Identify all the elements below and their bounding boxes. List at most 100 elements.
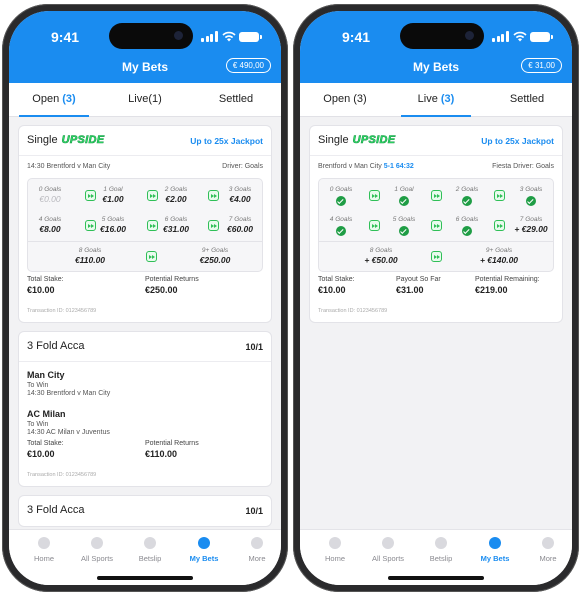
status-icons — [492, 31, 553, 43]
tab-open[interactable]: Open (3) — [9, 83, 99, 117]
jackpot-link[interactable]: Up to 25x Jackpot — [481, 136, 554, 146]
bet-returns: Total Stake: €10.00 Potential Returns €110… — [27, 440, 263, 470]
signal-icon — [492, 31, 510, 42]
nav-betslip[interactable]: Betslip — [123, 537, 177, 563]
nav-my-bets[interactable]: My Bets — [177, 537, 231, 563]
balance-badge[interactable]: € 490,00 — [225, 58, 271, 73]
potential-returns: Potential Returns €110.00 — [145, 440, 199, 459]
transaction-id: Transaction ID: 0123456789 — [27, 308, 97, 314]
home-indicator[interactable] — [97, 576, 193, 580]
mybets-icon — [489, 537, 501, 549]
check-icon — [526, 196, 536, 206]
battery-icon — [530, 32, 553, 42]
wifi-icon — [513, 31, 527, 42]
forward-arrow-icon — [431, 251, 442, 262]
bet-card-header: 3 Fold Acca 10/1 — [19, 332, 271, 362]
selection: AC Milan To Win 14:30 AC Milan v Juventu… — [27, 409, 110, 436]
bet-type: Single — [27, 134, 58, 146]
nav-more[interactable]: More — [230, 537, 281, 563]
bet-card-single-live[interactable]: Single UPSIDE Up to 25x Jackpot Brentford… — [309, 125, 563, 323]
status-bar: 9:41 — [300, 23, 572, 49]
bets-list: Single UPSIDE Up to 25x Jackpot Brentford… — [300, 117, 572, 529]
ladder-row: 0 Goals €0.00 1 Goal €1.00 2 Goals €2.00 3 … — [28, 181, 262, 211]
app-header: 9:41 My Bets € 31,00 — [300, 11, 572, 83]
nav-betslip[interactable]: Betslip — [414, 537, 468, 563]
tab-live[interactable]: Live (3) — [391, 83, 481, 117]
bet-type: 3 Fold Acca — [27, 504, 85, 516]
match-clock: 64:32 — [395, 163, 414, 170]
ladder-row: 4 Goals 5 Goals 6 Goals 7 Goals + €29.00 — [319, 211, 553, 241]
ladder-cell: 6 Goals €31.00 — [163, 216, 189, 234]
forward-arrow-icon — [431, 220, 442, 231]
nav-home[interactable]: Home — [308, 537, 362, 563]
goals-ladder: 0 Goals 1 Goal 2 Goals 3 Goals 4 Goals 5… — [318, 178, 554, 272]
ladder-row: 4 Goals €8.00 5 Goals €16.00 6 Goals €31.00… — [28, 211, 262, 241]
driver-text: Driver: Goals — [222, 163, 263, 170]
status-time: 9:41 — [51, 29, 80, 45]
tab-settled[interactable]: Settled — [482, 83, 572, 117]
tab-settled[interactable]: Settled — [191, 83, 281, 117]
live-score: 5-1 — [383, 163, 394, 170]
bet-card-single[interactable]: Single UPSIDE Up to 25x Jackpot 14:30 Bre… — [18, 125, 272, 323]
nav-all-sports[interactable]: All Sports — [70, 537, 124, 563]
ladder-cell: 0 Goals €0.00 — [38, 186, 62, 204]
ladder-row: 0 Goals 1 Goal 2 Goals 3 Goals — [319, 181, 553, 211]
transaction-id: Transaction ID: 0123456789 — [318, 308, 388, 314]
goals-ladder: 0 Goals €0.00 1 Goal €1.00 2 Goals €2.00 3 … — [27, 178, 263, 272]
ladder-cell: 2 Goals €2.00 — [164, 186, 188, 204]
bet-tabs: Open (3) Live (3) Settled — [300, 83, 572, 117]
home-indicator[interactable] — [388, 576, 484, 580]
ladder-cell: 9+ Goals + €140.00 — [479, 247, 519, 265]
nav-my-bets[interactable]: My Bets — [468, 537, 522, 563]
screen: 9:41 My Bets € 490,00 Open (3) Live(1) S… — [9, 11, 281, 585]
app-header: 9:41 My Bets € 490,00 — [9, 11, 281, 83]
check-icon — [336, 196, 346, 206]
ladder-cell: 1 Goal — [382, 181, 426, 211]
bet-card-header: Single UPSIDE Up to 25x Jackpot — [310, 126, 562, 156]
ladder-cell: 0 Goals — [319, 181, 363, 211]
status-icons — [201, 31, 262, 43]
transaction-id: Transaction ID: 0123456789 — [27, 472, 97, 478]
home-icon — [329, 537, 341, 549]
ladder-cell: 4 Goals €8.00 — [38, 216, 62, 234]
check-icon — [399, 196, 409, 206]
ladder-cell: 6 Goals — [445, 211, 489, 241]
bottom-nav: Home All Sports Betslip My Bets More — [9, 529, 281, 585]
balance-badge[interactable]: € 31,00 — [521, 58, 562, 73]
ladder-cell: 4 Goals — [319, 211, 363, 241]
tab-open[interactable]: Open (3) — [300, 83, 390, 117]
driver-text: Fiesta Driver: Goals — [492, 163, 554, 170]
bet-returns: Total Stake: €10.00 Potential Returns €250… — [27, 276, 263, 306]
fixture-text: 14:30 Brentford v Man City — [27, 163, 111, 170]
ladder-cell: 3 Goals — [509, 181, 553, 211]
wifi-icon — [222, 31, 236, 42]
ladder-cell: 8 Goals €110.00 — [74, 247, 106, 265]
forward-arrow-icon — [494, 190, 505, 201]
upside-logo: UPSIDE — [352, 134, 396, 147]
forward-arrow-icon — [369, 220, 380, 231]
status-time: 9:41 — [342, 29, 371, 45]
sports-icon — [382, 537, 394, 549]
bet-card-acca[interactable]: 3 Fold Acca 10/1 Man City To Win 14:30 B… — [18, 331, 272, 487]
signal-icon — [201, 31, 219, 42]
nav-home[interactable]: Home — [17, 537, 71, 563]
total-stake: Total Stake: €10.00 — [27, 276, 64, 295]
nav-more[interactable]: More — [521, 537, 572, 563]
ladder-cell: 9+ Goals €250.00 — [199, 247, 231, 265]
potential-returns: Potential Returns €250.00 — [145, 276, 199, 295]
dynamic-island — [109, 23, 193, 49]
jackpot-link[interactable]: Up to 25x Jackpot — [190, 136, 263, 146]
tab-live[interactable]: Live(1) — [100, 83, 190, 117]
fixture-line: 14:30 Brentford v Man City Driver: Goals — [19, 156, 271, 176]
ladder-cell: 5 Goals €16.00 — [100, 216, 126, 234]
selection: Man City To Win 14:30 Brentford v Man Ci… — [27, 370, 111, 397]
upside-logo: UPSIDE — [61, 134, 105, 147]
ladder-row: 8 Goals €110.00 9+ Goals €250.00 — [28, 241, 262, 271]
bet-card-header: 3 Fold Acca 10/1 — [19, 496, 271, 526]
nav-all-sports[interactable]: All Sports — [361, 537, 415, 563]
more-icon — [542, 537, 554, 549]
bet-card-acca[interactable]: 3 Fold Acca 10/1 — [18, 495, 272, 527]
ladder-row: 8 Goals + €50.00 9+ Goals + €140.00 — [319, 241, 553, 271]
forward-arrow-icon — [431, 190, 442, 201]
betslip-icon — [144, 537, 156, 549]
